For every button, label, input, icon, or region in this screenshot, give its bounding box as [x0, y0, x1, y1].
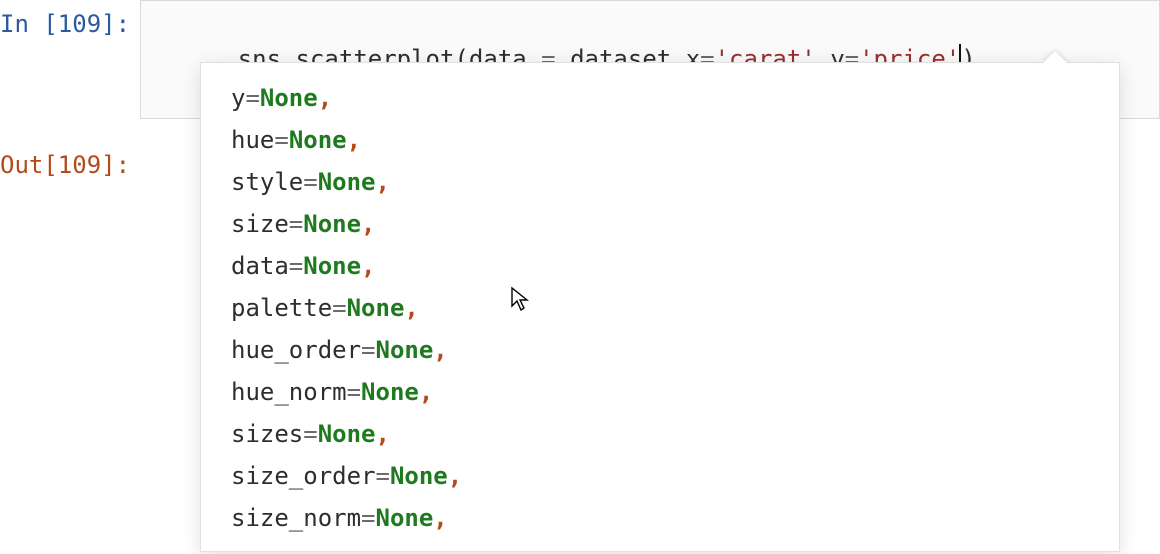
- default-size_norm: None: [376, 504, 434, 532]
- default-hue: None: [289, 126, 347, 154]
- equals-size_norm: =: [361, 504, 375, 532]
- tooltip-line-hue: hue=None,: [231, 119, 1089, 161]
- equals-y: =: [245, 84, 259, 112]
- param-size_norm: size_norm: [231, 504, 361, 532]
- tooltip-line-size_order: size_order=None,: [231, 455, 1089, 497]
- out-prompt: Out[109]:: [0, 141, 140, 179]
- default-y: None: [260, 84, 318, 112]
- comma-hue_order: ,: [433, 336, 447, 364]
- tooltip-line-data: data=None,: [231, 245, 1089, 287]
- default-size_order: None: [390, 462, 448, 490]
- tooltip-line-y: y=None,: [231, 77, 1089, 119]
- param-y: y: [231, 84, 245, 112]
- tooltip-line-size: size=None,: [231, 203, 1089, 245]
- default-palette: None: [347, 294, 405, 322]
- equals-style: =: [303, 168, 317, 196]
- param-style: style: [231, 168, 303, 196]
- comma-sizes: ,: [376, 420, 390, 448]
- equals-palette: =: [332, 294, 346, 322]
- tooltip-line-sizes: sizes=None,: [231, 413, 1089, 455]
- param-sizes: sizes: [231, 420, 303, 448]
- tooltip-line-palette: palette=None,: [231, 287, 1089, 329]
- equals-data: =: [289, 252, 303, 280]
- comma-palette: ,: [404, 294, 418, 322]
- default-sizes: None: [318, 420, 376, 448]
- default-data: None: [303, 252, 361, 280]
- equals-size_order: =: [376, 462, 390, 490]
- param-data: data: [231, 252, 289, 280]
- tooltip-pointer: [1041, 51, 1069, 65]
- default-size: None: [303, 210, 361, 238]
- equals-hue_norm: =: [347, 378, 361, 406]
- param-size_order: size_order: [231, 462, 376, 490]
- comma-size: ,: [361, 210, 375, 238]
- param-palette: palette: [231, 294, 332, 322]
- default-style: None: [318, 168, 376, 196]
- param-hue_order: hue_order: [231, 336, 361, 364]
- comma-size_norm: ,: [433, 504, 447, 532]
- equals-sizes: =: [303, 420, 317, 448]
- tooltip-line-hue_order: hue_order=None,: [231, 329, 1089, 371]
- comma-size_order: ,: [448, 462, 462, 490]
- param-hue: hue: [231, 126, 274, 154]
- tooltip-line-hue_norm: hue_norm=None,: [231, 371, 1089, 413]
- tooltip-line-size_norm: size_norm=None,: [231, 497, 1089, 539]
- default-hue_norm: None: [361, 378, 419, 406]
- in-prompt: In [109]:: [0, 0, 140, 38]
- equals-size: =: [289, 210, 303, 238]
- param-hue_norm: hue_norm: [231, 378, 347, 406]
- comma-data: ,: [361, 252, 375, 280]
- equals-hue_order: =: [361, 336, 375, 364]
- comma-y: ,: [318, 84, 332, 112]
- equals-hue: =: [274, 126, 288, 154]
- tooltip-line-style: style=None,: [231, 161, 1089, 203]
- signature-tooltip: y=None,hue=None,style=None,size=None,dat…: [200, 62, 1120, 552]
- default-hue_order: None: [376, 336, 434, 364]
- comma-style: ,: [376, 168, 390, 196]
- param-size: size: [231, 210, 289, 238]
- comma-hue: ,: [347, 126, 361, 154]
- comma-hue_norm: ,: [419, 378, 433, 406]
